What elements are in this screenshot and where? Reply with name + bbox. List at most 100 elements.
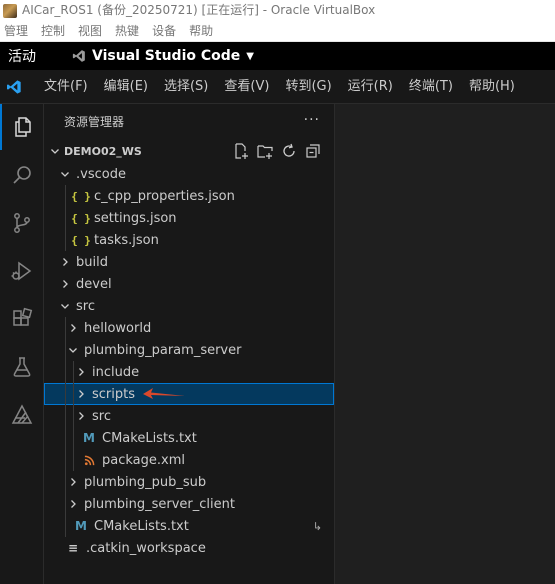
indent-guide — [65, 493, 66, 515]
folder-item-src[interactable]: src — [44, 295, 334, 317]
activities-button[interactable]: 活动 — [0, 46, 60, 66]
chevron-right-icon — [74, 411, 88, 421]
indent-guide — [65, 207, 66, 229]
vb-menu-manage[interactable]: 管理 — [0, 21, 37, 41]
testing-activity-button[interactable] — [0, 344, 44, 390]
refresh-icon[interactable] — [280, 142, 298, 160]
folder-item-src[interactable]: src — [44, 405, 334, 427]
tree-item-label: CMakeLists.txt — [102, 430, 197, 446]
explorer-activity-button[interactable] — [0, 104, 44, 150]
chevron-right-icon — [58, 279, 72, 289]
tree-item-label: package.xml — [102, 452, 185, 468]
file-item-c-cpp-properties-json[interactable]: { } c_cpp_properties.json — [44, 185, 334, 207]
extensions-activity-button[interactable] — [0, 296, 44, 342]
chevron-down-icon — [58, 301, 72, 311]
file-item-cmakelists-txt[interactable]: M CMakeLists.txt — [44, 427, 334, 449]
vb-menu-view[interactable]: 视图 — [74, 21, 111, 41]
workspace-toolbar — [232, 142, 322, 160]
menu-terminal[interactable]: 终端(T) — [401, 70, 461, 104]
vscode-logo-icon — [7, 79, 21, 94]
indent-guide — [65, 449, 66, 471]
tree-item-label: .catkin_workspace — [86, 540, 206, 556]
ros-icon — [11, 404, 33, 424]
vb-menu-devices[interactable]: 设备 — [148, 21, 185, 41]
chevron-down-icon — [66, 345, 80, 355]
chevron-right-icon — [58, 257, 72, 267]
file-item-package-xml[interactable]: package.xml — [44, 449, 334, 471]
chevron-down-icon — [58, 169, 72, 179]
folder-item-scripts[interactable]: scripts — [44, 383, 334, 405]
extensions-icon — [13, 307, 33, 326]
new-file-icon[interactable] — [232, 142, 250, 160]
cmake-file-icon: M — [83, 431, 95, 445]
json-file-icon: { } — [71, 233, 91, 247]
file-item-settings-json[interactable]: { } settings.json — [44, 207, 334, 229]
indent-guide — [65, 317, 66, 339]
indent-guide — [65, 185, 66, 207]
json-file-icon: { } — [71, 189, 91, 203]
tree-item-label: helloworld — [84, 320, 152, 336]
folder-item-vscode[interactable]: .vscode — [44, 163, 334, 185]
vscode-menu-bar: 文件(F) 编辑(E) 选择(S) 查看(V) 转到(G) 运行(R) 终端(T… — [0, 70, 555, 104]
menu-file[interactable]: 文件(F) — [36, 70, 96, 104]
tree-item-label: settings.json — [94, 210, 177, 226]
explorer-sidebar: 资源管理器 ··· DEMO02_WS .vscode { } c_cpp_prop… — [44, 104, 335, 584]
tree-item-label: src — [92, 408, 111, 424]
indent-guide — [65, 471, 66, 493]
folder-item-devel[interactable]: devel — [44, 273, 334, 295]
folder-item-plumbing-param-server[interactable]: plumbing_param_server — [44, 339, 334, 361]
tree-item-label: scripts — [92, 386, 135, 402]
explorer-title: 资源管理器 — [64, 114, 125, 129]
vscode-mini-icon — [72, 50, 85, 62]
collapse-all-icon[interactable] — [304, 142, 322, 160]
vb-menu-hotkeys[interactable]: 热键 — [111, 21, 148, 41]
app-menu-button[interactable]: Visual Studio Code ▼ — [72, 48, 254, 64]
menu-help[interactable]: 帮助(H) — [461, 70, 523, 104]
menu-selection[interactable]: 选择(S) — [156, 70, 216, 104]
folder-item-helloworld[interactable]: helloworld — [44, 317, 334, 339]
vb-menu-help[interactable]: 帮助 — [185, 21, 222, 41]
json-file-icon: { } — [71, 211, 91, 225]
caret-down-icon: ▼ — [246, 50, 254, 62]
ros-activity-button[interactable] — [0, 392, 44, 438]
indent-guide — [73, 449, 74, 471]
folder-item-build[interactable]: build — [44, 251, 334, 273]
file-item-cmakelists-txt[interactable]: M CMakeLists.txt ↳ — [44, 515, 334, 537]
menu-edit[interactable]: 编辑(E) — [96, 70, 156, 104]
indent-guide — [73, 383, 74, 405]
indent-guide — [65, 427, 66, 449]
menu-run[interactable]: 运行(R) — [340, 70, 401, 104]
folder-item-include[interactable]: include — [44, 361, 334, 383]
menu-view[interactable]: 查看(V) — [216, 70, 277, 104]
file-item-catkin-workspace[interactable]: ≡ .catkin_workspace — [44, 537, 334, 559]
vb-menu-control[interactable]: 控制 — [37, 21, 74, 41]
menu-go[interactable]: 转到(G) — [277, 70, 339, 104]
folder-item-plumbing-server-client[interactable]: plumbing_server_client — [44, 493, 334, 515]
chevron-right-icon — [66, 477, 80, 487]
virtualbox-title-bar: AICar_ROS1 (备份_20250721) [正在运行] - Oracle… — [0, 0, 555, 21]
run-debug-activity-button[interactable] — [0, 248, 44, 294]
folder-item-plumbing-pub-sub[interactable]: plumbing_pub_sub — [44, 471, 334, 493]
search-activity-button[interactable] — [0, 152, 44, 198]
window-title: AICar_ROS1 (备份_20250721) [正在运行] - Oracle… — [22, 3, 376, 17]
file-item-tasks-json[interactable]: { } tasks.json — [44, 229, 334, 251]
source-control-activity-button[interactable] — [0, 200, 44, 246]
tree-item-label: plumbing_server_client — [84, 496, 235, 512]
new-folder-icon[interactable] — [256, 142, 274, 160]
tree-item-label: devel — [76, 276, 112, 292]
tree-item-label: src — [76, 298, 95, 314]
source-control-icon — [14, 213, 30, 233]
indent-guide — [65, 339, 66, 361]
annotation-arrow-icon — [143, 388, 185, 399]
run-debug-icon — [11, 261, 32, 281]
workspace-name: DEMO02_WS — [64, 144, 142, 158]
indent-guide — [65, 361, 66, 383]
tree-item-label: CMakeLists.txt — [94, 518, 189, 534]
virtualbox-logo-icon — [3, 3, 17, 18]
workspace-section-header[interactable]: DEMO02_WS — [44, 139, 334, 163]
indent-guide — [65, 405, 66, 427]
more-actions-button[interactable]: ··· — [304, 112, 320, 128]
tree-item-label: .vscode — [76, 166, 126, 182]
cmake-file-icon: M — [75, 519, 87, 533]
chevron-right-icon — [74, 367, 88, 377]
